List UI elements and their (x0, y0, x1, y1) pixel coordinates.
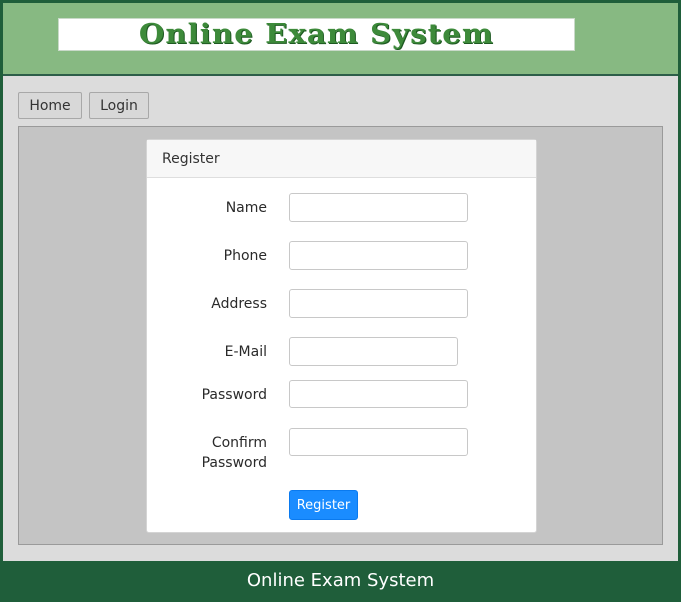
main-content: Register Name Phone Address E-Mail Passw… (18, 126, 663, 545)
password-input[interactable] (289, 380, 468, 408)
address-label: Address (211, 296, 267, 312)
register-button[interactable]: Register (289, 490, 358, 520)
site-logo: Online Exam System (58, 18, 575, 51)
email-input[interactable] (289, 337, 458, 366)
register-card: Register Name Phone Address E-Mail Passw… (146, 139, 537, 533)
confirm-password-input[interactable] (289, 428, 468, 456)
email-label: E-Mail (224, 344, 267, 360)
logo-text: Online Exam System (139, 19, 494, 50)
site-footer: Online Exam System (3, 561, 678, 599)
phone-input[interactable] (289, 241, 468, 270)
name-input[interactable] (289, 193, 468, 222)
page-frame: Online Exam System Home Login Register N… (3, 3, 678, 599)
password-label: Password (201, 387, 267, 403)
name-label: Name (225, 200, 267, 216)
confirm-password-label: Confirm Password (201, 435, 267, 471)
site-header: Online Exam System (3, 3, 678, 76)
phone-label: Phone (223, 248, 267, 264)
login-button[interactable]: Login (89, 92, 149, 119)
address-input[interactable] (289, 289, 468, 318)
home-button[interactable]: Home (18, 92, 82, 119)
register-card-title: Register (147, 140, 536, 178)
